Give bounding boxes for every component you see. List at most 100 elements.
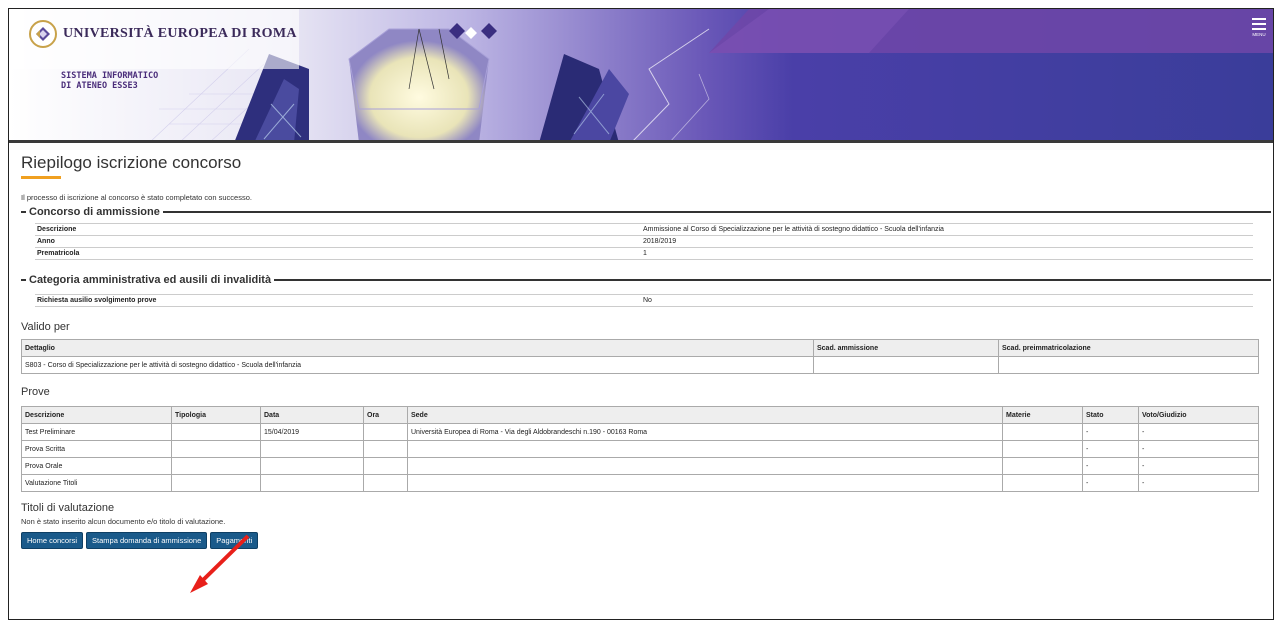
valido-per-table: Dettaglio Scad. ammissione Scad. preimma…: [21, 339, 1259, 374]
university-logo[interactable]: UNIVERSITÀ EUROPEA DI ROMA: [29, 20, 297, 48]
page-title: Riepilogo iscrizione concorso: [21, 153, 242, 172]
section-valido-per: Valido per: [21, 321, 70, 333]
table-cell: [260, 474, 364, 492]
detail-label: Descrizione: [37, 226, 77, 233]
table-cell: [363, 474, 408, 492]
column-header: Descrizione: [21, 406, 172, 424]
table-cell: -: [1138, 474, 1259, 492]
table-cell: [407, 474, 1003, 492]
table-row: Prova Orale - -: [21, 457, 1259, 475]
university-name: UNIVERSITÀ EUROPEA DI ROMA: [63, 26, 297, 41]
table-cell: Test Preliminare: [21, 423, 172, 441]
column-header: Voto/Giudizio: [1138, 406, 1259, 424]
success-message: Il processo di iscrizione al concorso è …: [21, 193, 252, 202]
detail-value: 2018/2019: [643, 238, 677, 245]
menu-button[interactable]: MENU: [1249, 15, 1269, 47]
table-cell: S803 - Corso di Specializzazione per le …: [21, 356, 814, 374]
table-cell: 15/04/2019: [260, 423, 364, 441]
table-cell: -: [1082, 440, 1139, 458]
table-cell: [363, 440, 408, 458]
table-cell: [171, 457, 261, 475]
table-cell: Prova Scritta: [21, 440, 172, 458]
table-cell: [407, 457, 1003, 475]
table-row: Prova Scritta - -: [21, 440, 1259, 458]
table-cell: [407, 440, 1003, 458]
column-header: Scad. preimmatricolazione: [998, 339, 1259, 357]
table-cell: [363, 457, 408, 475]
concorso-details: Descrizione Ammissione al Corso di Speci…: [35, 223, 1253, 260]
detail-row-ausilio: Richiesta ausilio svolgimento prove No: [35, 295, 1253, 307]
system-name-line1: SISTEMA INFORMATICO: [61, 71, 159, 81]
detail-label: Richiesta ausilio svolgimento prove: [37, 297, 157, 304]
main-content: Riepilogo iscrizione concorso Il process…: [21, 153, 1271, 549]
fieldset-concorso: Concorso di ammissione: [21, 206, 1271, 218]
detail-value: No: [643, 297, 652, 304]
table-cell: -: [1082, 423, 1139, 441]
table-cell: [1002, 457, 1083, 475]
table-cell: [260, 457, 364, 475]
table-cell: [1002, 474, 1083, 492]
university-crest-icon: [29, 20, 57, 48]
table-cell: [171, 440, 261, 458]
section-prove: Prove: [21, 386, 50, 398]
legend-concorso: Concorso di ammissione: [29, 206, 160, 218]
fieldset-categoria: Categoria amministrativa ed ausili di in…: [21, 274, 1271, 286]
table-header-row: Descrizione Tipologia Data Ora Sede Mate…: [21, 406, 1259, 424]
table-cell: [998, 356, 1259, 374]
column-header: Scad. ammissione: [813, 339, 999, 357]
table-cell: [171, 423, 261, 441]
detail-row-descrizione: Descrizione Ammissione al Corso di Speci…: [35, 224, 1253, 236]
hamburger-icon-bar: [1252, 28, 1266, 30]
table-row: Test Preliminare 15/04/2019 Università E…: [21, 423, 1259, 441]
table-cell: [171, 474, 261, 492]
detail-label: Prematricola: [37, 250, 80, 257]
pagamenti-button[interactable]: Pagamenti: [210, 532, 259, 549]
table-row: Valutazione Titoli - -: [21, 474, 1259, 492]
action-buttons: Home concorsi Stampa domanda di ammissio…: [21, 532, 1271, 549]
detail-row-anno: Anno 2018/2019: [35, 236, 1253, 248]
system-name-line2: DI ATENEO ESSE3: [61, 81, 138, 91]
column-header: Sede: [407, 406, 1003, 424]
table-cell: Prova Orale: [21, 457, 172, 475]
hamburger-icon: [1252, 18, 1266, 20]
legend-rule: [274, 279, 1271, 281]
menu-label: MENU: [1252, 32, 1266, 37]
table-cell: -: [1138, 423, 1259, 441]
table-header-row: Dettaglio Scad. ammissione Scad. preimma…: [21, 339, 1259, 357]
table-cell: Valutazione Titoli: [21, 474, 172, 492]
column-header: Dettaglio: [21, 339, 814, 357]
table-cell: Università Europea di Roma - Via degli A…: [407, 423, 1003, 441]
table-cell: [1002, 423, 1083, 441]
column-header: Data: [260, 406, 364, 424]
table-cell: [260, 440, 364, 458]
legend-rule: [162, 211, 1271, 213]
table-row: S803 - Corso di Specializzazione per le …: [21, 356, 1259, 374]
detail-value: Ammissione al Corso di Specializzazione …: [643, 226, 944, 233]
page-frame: UNIVERSITÀ EUROPEA DI ROMA SISTEMA INFOR…: [8, 8, 1274, 620]
table-cell: [1002, 440, 1083, 458]
section-titoli: Titoli di valutazione: [21, 502, 115, 514]
stampa-domanda-button[interactable]: Stampa domanda di ammissione: [86, 532, 208, 549]
table-cell: -: [1138, 440, 1259, 458]
header-divider: [9, 140, 1273, 143]
column-header: Materie: [1002, 406, 1083, 424]
table-cell: -: [1138, 457, 1259, 475]
hamburger-icon-bar: [1252, 23, 1266, 25]
column-header: Stato: [1082, 406, 1139, 424]
table-cell: [813, 356, 999, 374]
table-cell: -: [1082, 457, 1139, 475]
prove-table: Descrizione Tipologia Data Ora Sede Mate…: [21, 406, 1259, 492]
system-name: SISTEMA INFORMATICO DI ATENEO ESSE3: [61, 71, 158, 91]
table-cell: -: [1082, 474, 1139, 492]
legend-categoria: Categoria amministrativa ed ausili di in…: [29, 274, 272, 286]
detail-label: Anno: [37, 238, 55, 245]
categoria-details: Richiesta ausilio svolgimento prove No: [35, 294, 1253, 307]
table-cell: [363, 423, 408, 441]
titoli-message: Non è stato inserito alcun documento e/o…: [21, 517, 226, 526]
detail-value: 1: [643, 250, 647, 257]
home-concorsi-button[interactable]: Home concorsi: [21, 532, 84, 549]
column-header: Tipologia: [171, 406, 261, 424]
column-header: Ora: [363, 406, 408, 424]
header-banner: UNIVERSITÀ EUROPEA DI ROMA SISTEMA INFOR…: [9, 9, 1273, 143]
title-underline: [21, 176, 61, 179]
